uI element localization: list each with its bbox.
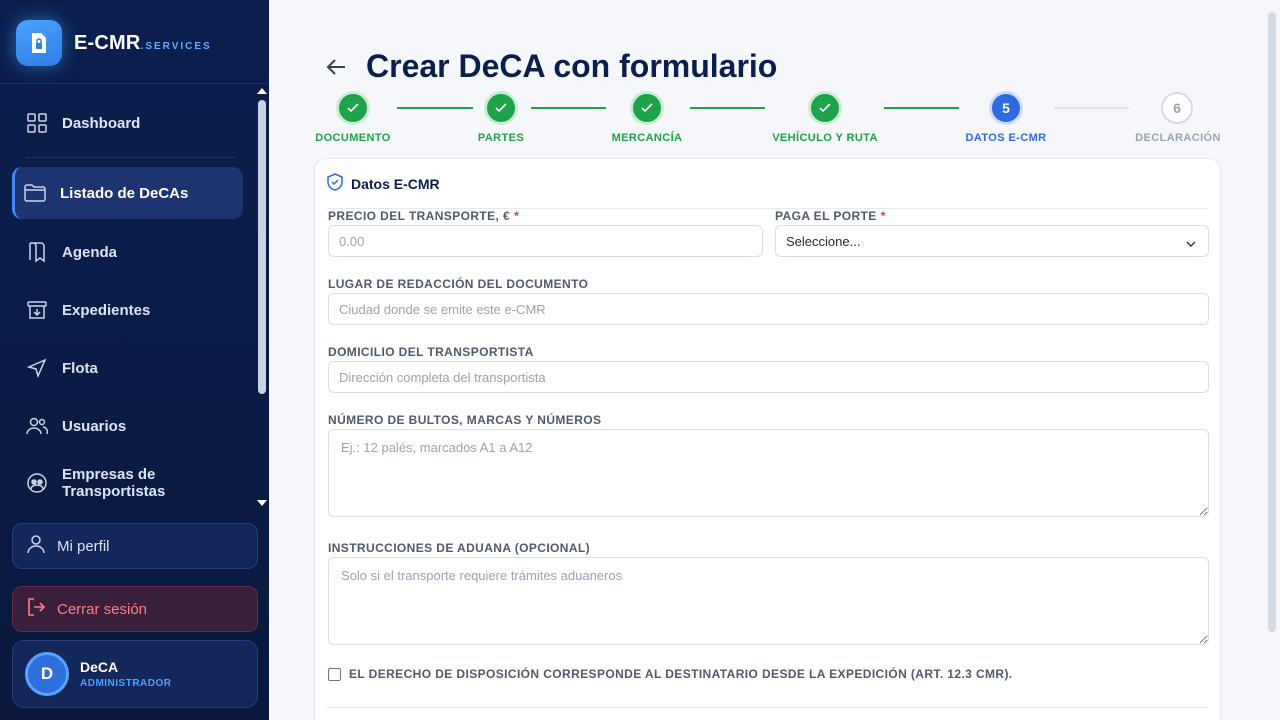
logout-icon — [27, 598, 46, 620]
company-icon — [26, 472, 48, 494]
payer-select[interactable]: Seleccione... — [775, 225, 1209, 257]
navigation-icon — [26, 357, 48, 379]
packages-textarea[interactable] — [328, 429, 1209, 517]
users-icon — [26, 415, 48, 437]
payer-label: PAGA EL PORTE * — [775, 209, 886, 223]
customs-textarea[interactable] — [328, 557, 1209, 645]
section-title: Datos E-CMR — [351, 175, 440, 192]
step-1-label: DOCUMENTO — [315, 132, 391, 144]
sidebar-item-agenda[interactable]: Agenda — [12, 226, 243, 278]
disposal-checkbox-label: EL DERECHO DE DISPOSICIÓN CORRESPONDE AL… — [349, 667, 1013, 681]
step-connector — [397, 107, 473, 109]
address-input[interactable] — [328, 361, 1209, 393]
customs-label: INSTRUCCIONES DE ADUANA (OPCIONAL) — [328, 541, 591, 555]
scroll-up-arrow-icon[interactable] — [257, 88, 267, 94]
step-4-circle[interactable] — [808, 91, 842, 125]
step-5-circle[interactable]: 5 — [989, 91, 1023, 125]
brand-suffix: .SERVICES — [140, 41, 212, 52]
brand-logo-icon[interactable] — [16, 20, 62, 66]
sidebar-item-label: Flota — [62, 359, 98, 377]
check-icon — [641, 103, 653, 113]
step-6-circle[interactable]: 6 — [1161, 92, 1193, 124]
stepper: DOCUMENTO PARTES MERCANCÍA VEHÍCULO Y RU… — [269, 88, 1269, 158]
brand-name: E-CMR.SERVICES — [74, 32, 212, 54]
sidebar-item-label: Usuarios — [62, 417, 127, 435]
sidebar-item-label: Dashboard — [62, 114, 141, 132]
check-icon — [347, 103, 359, 113]
step-2-label: PARTES — [477, 132, 525, 144]
place-label: LUGAR DE REDACCIÓN DEL DOCUMENTO — [328, 277, 589, 291]
step-4-label: VEHÍCULO Y RUTA — [772, 132, 878, 144]
step-1-circle[interactable] — [336, 91, 370, 125]
packages-label: NÚMERO DE BULTOS, MARCAS Y NÚMEROS — [328, 413, 602, 427]
sidebar-item-empresas[interactable]: Empresas de Transportistas — [12, 458, 243, 508]
page-title: Crear DeCA con formulario — [366, 48, 778, 84]
step-5-label: DATOS E-CMR — [965, 132, 1047, 144]
sidebar-item-label: Expedientes — [62, 301, 151, 319]
sidebar-item-dashboard[interactable]: Dashboard — [12, 97, 243, 149]
user-name: DeCA — [80, 659, 119, 675]
payer-select-value: Seleccione... — [786, 233, 861, 249]
card-header: Datos E-CMR — [327, 171, 1207, 209]
ecmr-data-card: Datos E-CMR PRECIO DEL TRANSPORTE, €* PA… — [314, 158, 1221, 720]
check-icon — [819, 103, 831, 113]
sidebar-item-label: Empresas de Transportistas — [62, 466, 166, 500]
grid-icon — [26, 112, 48, 134]
sidebar-item-label: Agenda — [62, 243, 118, 261]
sidebar-item-listado-decas[interactable]: Listado de DeCAs — [12, 167, 243, 219]
sidebar-scrollbar[interactable] — [257, 88, 267, 508]
logout-button[interactable]: Cerrar sesión — [12, 586, 258, 632]
profile-button[interactable]: Mi perfil — [12, 523, 258, 569]
disposal-checkbox-row[interactable]: EL DERECHO DE DISPOSICIÓN CORRESPONDE AL… — [328, 667, 1013, 681]
address-label: DOMICILIO DEL TRANSPORTISTA — [328, 345, 534, 359]
avatar: D — [25, 652, 69, 696]
place-input[interactable] — [328, 293, 1209, 325]
shield-icon — [327, 173, 343, 194]
step-2-circle[interactable] — [484, 91, 518, 125]
sidebar-nav: Dashboard Listado de DeCAs Agenda Expedi… — [0, 94, 269, 510]
sidebar-item-expedientes[interactable]: Expedientes — [12, 284, 243, 336]
step-connector — [690, 107, 765, 109]
price-label: PRECIO DEL TRANSPORTE, € * — [328, 209, 520, 223]
book-icon — [26, 241, 48, 263]
step-6-label: DECLARACIÓN — [1135, 132, 1221, 144]
step-connector — [531, 107, 606, 109]
user-icon — [27, 534, 45, 558]
step-3-circle[interactable] — [630, 91, 664, 125]
check-icon — [495, 103, 507, 113]
disposal-checkbox[interactable] — [328, 667, 341, 681]
scroll-down-arrow-icon[interactable] — [257, 500, 267, 506]
step-connector — [884, 107, 959, 109]
scroll-thumb[interactable] — [258, 100, 266, 394]
sidebar: E-CMR.SERVICES Dashboard Listado de DeCA… — [0, 0, 269, 720]
price-input[interactable] — [328, 225, 763, 257]
profile-label: Mi perfil — [57, 537, 110, 555]
main-content: Crear DeCA con formulario DOCUMENTO PART… — [269, 0, 1280, 720]
nav-divider — [26, 157, 236, 158]
chevron-down-icon — [1186, 236, 1196, 251]
folder-icon — [24, 182, 46, 204]
sidebar-item-usuarios[interactable]: Usuarios — [12, 400, 243, 452]
user-card[interactable]: D DeCA ADMINISTRADOR — [12, 640, 258, 708]
step-3-label: MERCANCÍA — [611, 132, 683, 144]
brand: E-CMR.SERVICES — [0, 0, 269, 84]
sidebar-item-flota[interactable]: Flota — [12, 342, 243, 394]
step-connector — [1054, 107, 1129, 109]
sidebar-item-label: Listado de DeCAs — [60, 184, 189, 202]
logout-label: Cerrar sesión — [57, 600, 148, 618]
back-arrow-icon[interactable] — [325, 56, 349, 80]
card-divider — [327, 707, 1208, 708]
page-scrollbar[interactable] — [1268, 12, 1276, 632]
archive-icon — [26, 299, 48, 321]
user-role: ADMINISTRADOR — [80, 678, 172, 689]
